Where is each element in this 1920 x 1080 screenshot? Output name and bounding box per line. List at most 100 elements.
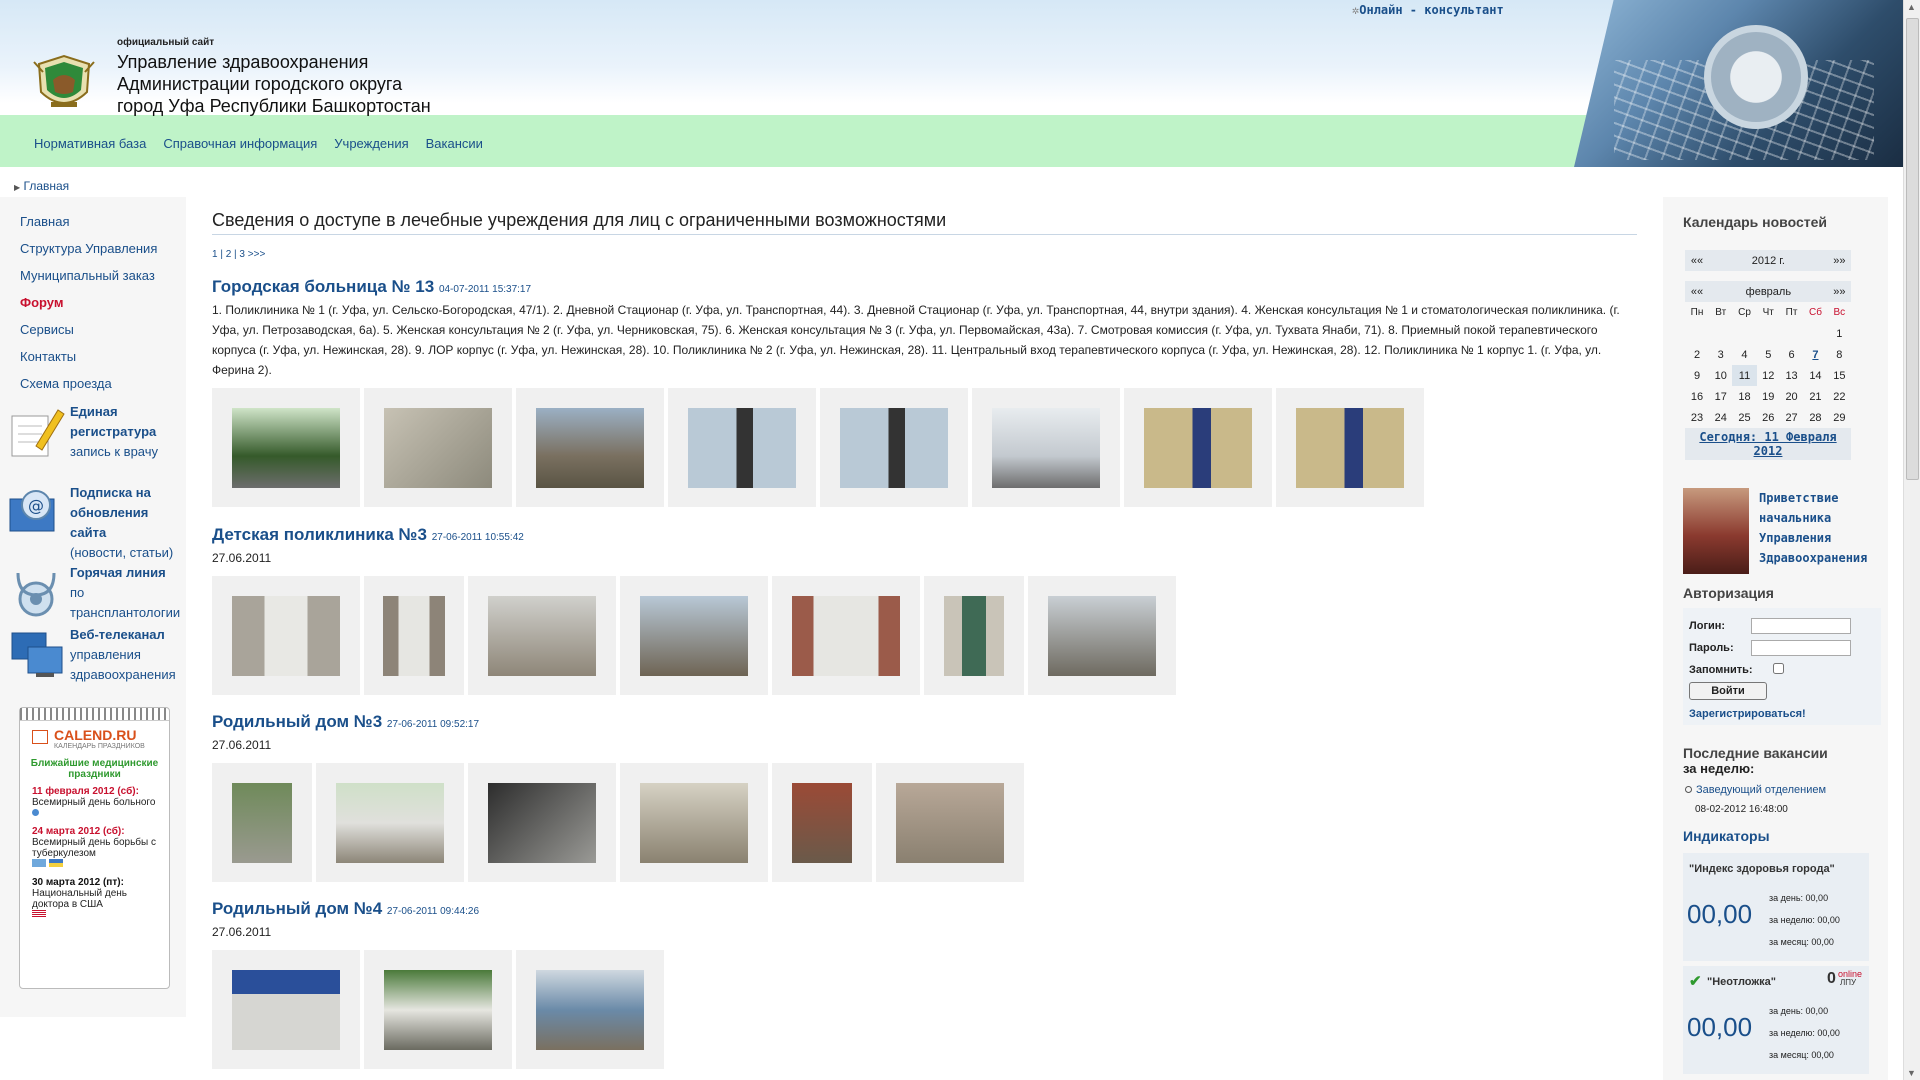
photo-thumbnail[interactable]	[620, 576, 768, 695]
photo-thumbnail[interactable]	[1276, 388, 1424, 507]
prev-year-button[interactable]: ««	[1685, 250, 1710, 271]
photo-thumbnail[interactable]	[516, 388, 664, 507]
photo-thumbnail[interactable]	[1028, 576, 1176, 695]
calendar-day[interactable]: 6	[1780, 344, 1803, 365]
calendar-day[interactable]: 19	[1757, 386, 1780, 407]
breadcrumb-home[interactable]: Главная	[24, 179, 70, 193]
promo-registry[interactable]: Единая регистратура запись к врачу	[6, 402, 181, 482]
scrollbar-thumb[interactable]	[1906, 18, 1919, 480]
vacancy-item[interactable]: Заведующий отделением	[1685, 784, 1883, 796]
director-greeting-link[interactable]: Приветствие начальника Управления Здраво…	[1759, 488, 1879, 568]
calendar-day[interactable]: 10	[1709, 365, 1732, 386]
calendar-day[interactable]: 2	[1685, 344, 1709, 365]
next-year-button[interactable]: »»	[1827, 250, 1851, 271]
photo-thumbnail[interactable]	[876, 763, 1024, 882]
calendar-day[interactable]: 24	[1709, 407, 1732, 428]
calendar-day[interactable]: 8	[1828, 344, 1851, 365]
auth-heading: Авторизация	[1683, 585, 1774, 601]
photo-thumbnail[interactable]	[668, 388, 816, 507]
login-input[interactable]	[1751, 618, 1851, 634]
calendar-day[interactable]: 5	[1757, 344, 1780, 365]
calendar-day[interactable]: 7	[1803, 344, 1827, 365]
calendar-day[interactable]: 11	[1732, 365, 1757, 386]
calendar-day[interactable]: 14	[1803, 365, 1827, 386]
remember-checkbox[interactable]	[1773, 663, 1784, 674]
calend-event-name[interactable]: Национальный день доктора в США	[32, 888, 163, 910]
calendar-day[interactable]: 23	[1685, 407, 1709, 428]
calendar-day[interactable]: 20	[1780, 386, 1803, 407]
photo-thumbnail[interactable]	[316, 763, 464, 882]
calendar-day[interactable]: 27	[1780, 407, 1803, 428]
photo-thumbnail[interactable]	[772, 763, 872, 882]
calendar-day[interactable]: 13	[1780, 365, 1803, 386]
promo-web-tv[interactable]: Веб-телеканал управления здравоохранения	[6, 625, 181, 705]
today-link[interactable]: Сегодня: 11 Февраля 2012	[1685, 428, 1851, 460]
article-title[interactable]: Детская поликлиника №3 27-06-2011 10:55:…	[212, 525, 1637, 545]
scroll-down-arrow-icon[interactable]: ▼	[1907, 1068, 1916, 1078]
nav-reference-info[interactable]: Справочная информация	[163, 136, 317, 151]
calendar-day[interactable]: 21	[1803, 386, 1827, 407]
photo-thumbnail[interactable]	[772, 576, 920, 695]
photo-thumbnail[interactable]	[820, 388, 968, 507]
photo-thumbnail[interactable]	[364, 576, 464, 695]
page-scrollbar[interactable]: ▲ ▼	[1903, 0, 1920, 1080]
photo-thumbnail[interactable]	[620, 763, 768, 882]
photo-thumbnail[interactable]	[212, 576, 360, 695]
nav-vacancies[interactable]: Вакансии	[426, 136, 483, 151]
photo-thumbnail[interactable]	[924, 576, 1024, 695]
calendar-day[interactable]: 1	[1828, 323, 1851, 344]
calendar-day[interactable]: 26	[1757, 407, 1780, 428]
menu-municipal-order[interactable]: Муниципальный заказ	[20, 268, 155, 283]
calend-event-name[interactable]: Всемирный день больного	[32, 797, 163, 808]
promo-subscription[interactable]: @ Подписка на обновления сайта (новости, ст…	[6, 483, 181, 563]
calendar-day[interactable]: 28	[1803, 407, 1827, 428]
calendar-day[interactable]: 12	[1757, 365, 1780, 386]
photo-thumbnail[interactable]	[212, 388, 360, 507]
article-title-text[interactable]: Родильный дом №4	[212, 899, 382, 918]
password-input[interactable]	[1751, 640, 1851, 656]
calendar-day[interactable]: 22	[1828, 386, 1851, 407]
photo-thumbnail[interactable]	[364, 388, 512, 507]
nav-regulatory-base[interactable]: Нормативная база	[34, 136, 146, 151]
photo-thumbnail[interactable]	[212, 950, 360, 1069]
photo-thumbnail[interactable]	[364, 950, 512, 1069]
photo-thumbnail[interactable]	[468, 576, 616, 695]
calendar-day[interactable]: 16	[1685, 386, 1709, 407]
nav-institutions[interactable]: Учреждения	[334, 136, 408, 151]
article-title-text[interactable]: Детская поликлиника №3	[212, 525, 427, 544]
calendar-day[interactable]: 3	[1709, 344, 1732, 365]
calend-widget[interactable]: CALEND.RU КАЛЕНДАРЬ ПРАЗДНИКОВ Ближайшие…	[19, 707, 170, 989]
calendar-day[interactable]: 17	[1709, 386, 1732, 407]
article-title-text[interactable]: Родильный дом №3	[212, 712, 382, 731]
online-consultant-link[interactable]: ✲Онлайн - консультант	[1352, 3, 1504, 17]
menu-forum[interactable]: Форум	[20, 295, 63, 310]
article-title[interactable]: Родильный дом №3 27-06-2011 09:52:17	[212, 712, 1637, 732]
next-month-button[interactable]: »»	[1827, 281, 1851, 302]
menu-home[interactable]: Главная	[20, 214, 69, 229]
menu-directions[interactable]: Схема проезда	[20, 376, 112, 391]
pagination[interactable]: 1 | 2 | 3 >>>	[212, 249, 1637, 260]
prev-month-button[interactable]: ««	[1685, 281, 1710, 302]
photo-thumbnail[interactable]	[212, 763, 312, 882]
article-title[interactable]: Городская больница № 13 04-07-2011 15:37…	[212, 277, 1637, 297]
menu-contacts[interactable]: Контакты	[20, 349, 76, 364]
scroll-up-arrow-icon[interactable]: ▲	[1907, 2, 1916, 12]
photo-thumbnail[interactable]	[1124, 388, 1272, 507]
menu-structure[interactable]: Структура Управления	[20, 241, 157, 256]
article-title-text[interactable]: Городская больница № 13	[212, 277, 434, 296]
calendar-day[interactable]: 9	[1685, 365, 1709, 386]
calendar-day[interactable]: 4	[1732, 344, 1756, 365]
photo-thumbnail[interactable]	[468, 763, 616, 882]
photo-thumbnail[interactable]	[972, 388, 1120, 507]
photo-thumbnail[interactable]	[516, 950, 664, 1069]
calendar-day[interactable]: 15	[1828, 365, 1851, 386]
register-link[interactable]: Зарегистрироваться!	[1689, 708, 1806, 720]
article-title[interactable]: Родильный дом №4 27-06-2011 09:44:26	[212, 899, 1637, 919]
calend-event-name[interactable]: Всемирный день борьбы с туберкулезом	[32, 837, 163, 859]
calendar-day[interactable]: 29	[1828, 407, 1851, 428]
vacancy-title[interactable]: Заведующий отделением	[1696, 784, 1826, 796]
calendar-day[interactable]: 25	[1732, 407, 1756, 428]
menu-services[interactable]: Сервисы	[20, 322, 74, 337]
login-button[interactable]: Войти	[1689, 682, 1767, 700]
calendar-day[interactable]: 18	[1732, 386, 1756, 407]
